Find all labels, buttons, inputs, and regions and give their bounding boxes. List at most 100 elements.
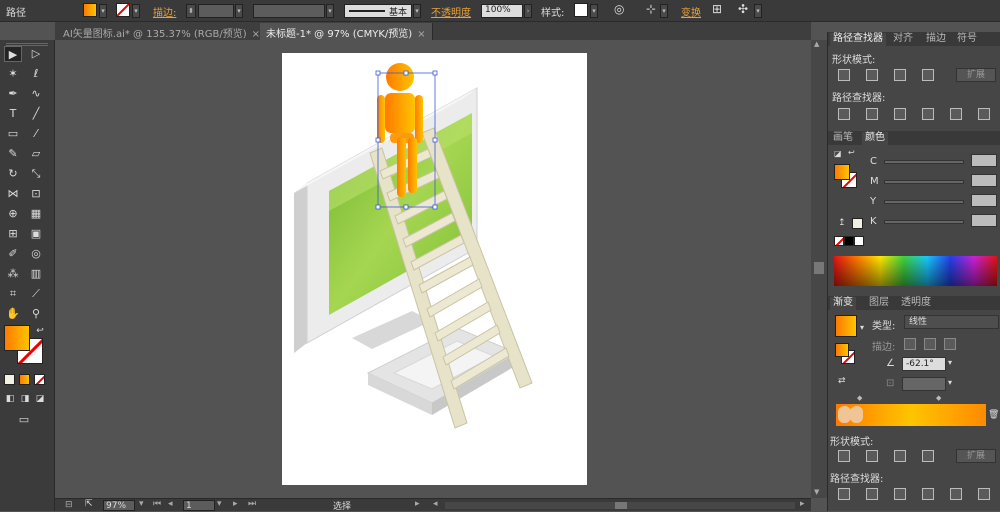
selection-icon[interactable]: ▶: [4, 46, 22, 62]
isolate-dropdown[interactable]: ▾: [754, 4, 762, 18]
gradient-stop[interactable]: [850, 406, 863, 423]
outline-icon[interactable]: [950, 488, 962, 500]
intersect-icon[interactable]: [894, 69, 906, 81]
divide-icon[interactable]: [838, 488, 850, 500]
horizontal-scrollbar[interactable]: [445, 502, 795, 509]
unite-icon[interactable]: [838, 69, 850, 81]
paintbrush-icon[interactable]: ⁄: [27, 126, 45, 142]
tab-symbols[interactable]: 符号: [954, 33, 980, 46]
none-mode-swatch[interactable]: [34, 374, 45, 385]
gradient-preview[interactable]: [835, 315, 857, 337]
color-mode-swatch[interactable]: [4, 374, 15, 385]
previous-artboard-icon[interactable]: ◂: [168, 499, 173, 509]
swap-fill-stroke-icon[interactable]: ↩: [34, 323, 46, 339]
artboard-dropdown[interactable]: ▾: [217, 499, 222, 509]
stroke-across-icon[interactable]: [944, 338, 956, 350]
stroke-swatch[interactable]: [116, 3, 130, 17]
doc-tab-untitled[interactable]: 未标题-1* @ 97% (CMYK/预览) ×: [260, 23, 433, 40]
stroke-weight-dropdown[interactable]: ▾: [235, 4, 243, 18]
scroll-right-icon[interactable]: ▸: [800, 499, 805, 509]
tab-pathfinder[interactable]: 路径查找器: [830, 33, 886, 46]
magenta-slider[interactable]: [884, 180, 964, 184]
variable-width-dropdown[interactable]: ▾: [326, 4, 334, 18]
fill-color-box[interactable]: [4, 325, 30, 351]
draw-inside-icon[interactable]: ◪: [33, 391, 47, 407]
next-artboard-icon[interactable]: ▸: [233, 499, 238, 509]
crop-icon[interactable]: [922, 488, 934, 500]
artboard-nav-icon[interactable]: ⇱: [85, 499, 93, 509]
gradient-preview-dropdown[interactable]: ▾: [860, 323, 864, 332]
black-slider[interactable]: [884, 220, 964, 224]
none-swatch[interactable]: [834, 236, 844, 246]
opacity-label[interactable]: 不透明度: [431, 4, 471, 19]
gradient-slider[interactable]: [836, 404, 986, 426]
crop-icon[interactable]: [922, 108, 934, 120]
slice-icon[interactable]: ⟋: [27, 286, 45, 302]
artboard-number-field[interactable]: 1: [183, 500, 215, 511]
color-spectrum[interactable]: [834, 256, 997, 286]
stroke-along-icon[interactable]: [924, 338, 936, 350]
brush-profile-dropdown[interactable]: ▾: [413, 4, 421, 18]
mesh-icon[interactable]: ⊞: [4, 226, 22, 242]
lasso-icon[interactable]: ℓ: [27, 66, 45, 82]
stroke-within-icon[interactable]: [904, 338, 916, 350]
minus-front-icon[interactable]: [866, 450, 878, 462]
merge-icon[interactable]: [894, 488, 906, 500]
tab-color[interactable]: 颜色: [862, 132, 888, 145]
opacity-dropdown[interactable]: ›: [524, 4, 532, 18]
trim-icon[interactable]: [866, 108, 878, 120]
magenta-value-field[interactable]: [971, 174, 997, 187]
reverse-gradient-icon[interactable]: ⇄: [838, 376, 846, 386]
angle-dropdown[interactable]: ▾: [948, 358, 952, 367]
tab-brushes[interactable]: 画笔: [830, 132, 856, 145]
scroll-thumb[interactable]: [615, 502, 627, 509]
brush-profile-field[interactable]: 基本: [344, 4, 412, 18]
doc-tab-icon-file[interactable]: AI矢量图标.ai* @ 135.37% (RGB/预览) ×: [57, 23, 268, 40]
tab-transparency[interactable]: 透明度: [898, 297, 934, 310]
graphic-style-dropdown[interactable]: ▾: [590, 4, 598, 18]
vertical-scrollbar[interactable]: ▲ ▼: [811, 40, 827, 498]
pencil-icon[interactable]: ✎: [4, 146, 22, 162]
width-icon[interactable]: ⋈: [4, 186, 22, 202]
opacity-field[interactable]: 100%: [481, 4, 523, 18]
minus-front-icon[interactable]: [866, 69, 878, 81]
perspective-icon[interactable]: ▦: [27, 206, 45, 222]
zoom-field[interactable]: 97%: [103, 500, 135, 511]
line-icon[interactable]: ╱: [27, 106, 45, 122]
minus-back-icon[interactable]: [978, 488, 990, 500]
close-icon[interactable]: ×: [417, 29, 425, 40]
graph-icon[interactable]: ▥: [27, 266, 45, 282]
eyedropper-icon[interactable]: ✐: [4, 246, 22, 262]
variable-width-field[interactable]: [253, 4, 325, 18]
exclude-icon[interactable]: [922, 450, 934, 462]
fill-dropdown[interactable]: ▾: [99, 4, 107, 18]
midpoint-diamond-icon[interactable]: ◆: [857, 394, 862, 402]
close-icon[interactable]: ×: [252, 29, 260, 40]
draw-normal-icon[interactable]: ◧: [3, 391, 17, 407]
last-artboard-icon[interactable]: ⏭: [248, 499, 256, 509]
tab-align[interactable]: 对齐: [890, 33, 916, 46]
zoom-dropdown[interactable]: ▾: [139, 499, 144, 509]
scroll-left-icon[interactable]: ◂: [433, 499, 438, 509]
swap-colors-icon[interactable]: ↩: [848, 148, 855, 157]
divide-icon[interactable]: [838, 108, 850, 120]
expand-button[interactable]: 扩展: [956, 68, 996, 82]
aspect-dropdown[interactable]: ▾: [948, 378, 952, 387]
stroke-weight-field[interactable]: [198, 4, 234, 18]
black-swatch[interactable]: [844, 236, 854, 246]
status-text[interactable]: 选择: [333, 499, 351, 512]
midpoint-diamond-icon[interactable]: ◆: [936, 394, 941, 402]
aspect-ratio-field[interactable]: [902, 377, 946, 391]
curvature-icon[interactable]: ∿: [27, 86, 45, 102]
first-artboard-icon[interactable]: ⏮: [153, 499, 161, 509]
yellow-slider[interactable]: [884, 200, 964, 204]
outline-icon[interactable]: [950, 108, 962, 120]
isolate-icon[interactable]: ✣: [738, 2, 748, 16]
recolor-icon[interactable]: ◎: [614, 2, 624, 16]
exclude-icon[interactable]: [922, 69, 934, 81]
expand-button-2[interactable]: 扩展: [956, 449, 996, 463]
scroll-thumb[interactable]: [814, 262, 824, 274]
tab-layers[interactable]: 图层: [866, 297, 892, 310]
direct-selection-icon[interactable]: ▷: [27, 46, 45, 62]
yellow-value-field[interactable]: [971, 194, 997, 207]
